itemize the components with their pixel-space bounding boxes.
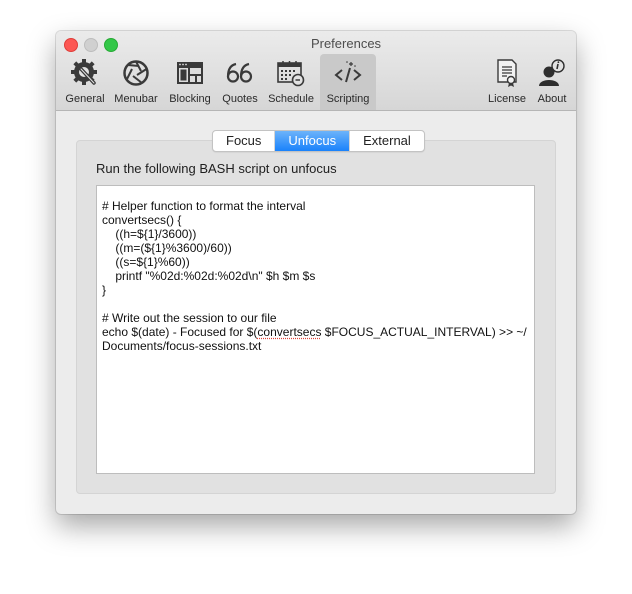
person-info-icon	[536, 58, 568, 88]
tab-external[interactable]: External	[350, 131, 424, 151]
preferences-window: Preferences General Menubar Blocking Quo…	[56, 31, 576, 514]
script-text[interactable]: # Helper function to format the interval…	[102, 199, 528, 353]
script-line-part: echo $(date) - Focused for $(	[102, 325, 258, 339]
toolbar-item-about[interactable]: About	[532, 54, 572, 110]
toolbar-item-schedule[interactable]: Schedule	[264, 54, 318, 110]
script-description: Run the following BASH script on unfocus	[96, 161, 337, 176]
script-line-part: $FOCUS_ACTUAL_INTERVAL) >> ~/	[321, 325, 527, 339]
toolbar-item-scripting[interactable]: Scripting	[320, 54, 376, 110]
toolbar-item-menubar[interactable]: Menubar	[111, 54, 161, 110]
toolbar-item-label: Schedule	[268, 93, 314, 105]
script-panel: Run the following BASH script on unfocus…	[76, 140, 556, 494]
script-line: ((h=${1}/3600))	[102, 227, 197, 241]
script-editor[interactable]: # Helper function to format the interval…	[96, 185, 535, 474]
code-brackets-icon	[332, 58, 364, 88]
toolbar-item-license[interactable]: License	[484, 54, 530, 110]
tab-focus[interactable]: Focus	[213, 131, 276, 151]
script-line	[102, 297, 528, 311]
toolbar-item-quotes[interactable]: Quotes	[219, 54, 261, 110]
script-line: ((m=(${1}%3600)/60))	[102, 241, 232, 255]
aperture-icon	[120, 58, 152, 88]
toolbar-item-label: Scripting	[326, 93, 370, 105]
toolbar-item-label: Menubar	[114, 93, 158, 105]
gear-wrench-icon	[69, 58, 101, 88]
quote-marks-icon	[224, 58, 256, 88]
toolbar-item-label: About	[537, 93, 567, 105]
script-line: printf "%02d:%02d:%02d\n" $h $m $s	[102, 269, 316, 283]
title-bar: Preferences General Menubar Blocking Quo…	[56, 31, 576, 111]
script-line: }	[102, 283, 107, 297]
script-line: # Helper function to format the interval	[102, 199, 306, 213]
toolbar-item-label: Blocking	[169, 93, 211, 105]
script-line: Documents/focus-sessions.txt	[102, 339, 262, 353]
script-line: ((s=${1}%60))	[102, 255, 190, 269]
script-trigger-tabs: Focus Unfocus External	[212, 130, 425, 152]
certificate-icon	[491, 58, 523, 88]
calendar-clock-icon	[275, 58, 307, 88]
toolbar-item-label: Quotes	[222, 93, 258, 105]
toolbar-item-label: License	[488, 93, 526, 105]
tab-unfocus[interactable]: Unfocus	[275, 131, 351, 151]
window-title: Preferences	[310, 36, 382, 51]
misspelled-word: convertsecs	[257, 325, 322, 339]
toolbar-item-label: General	[65, 93, 105, 105]
script-line: # Write out the session to our file	[102, 311, 277, 325]
browser-window-icon	[174, 58, 206, 88]
toolbar-item-blocking[interactable]: Blocking	[165, 54, 215, 110]
toolbar-item-general[interactable]: General	[62, 54, 108, 110]
script-line: convertsecs() {	[102, 213, 182, 227]
script-line: echo $(date) - Focused for $(convertsecs…	[102, 325, 528, 339]
